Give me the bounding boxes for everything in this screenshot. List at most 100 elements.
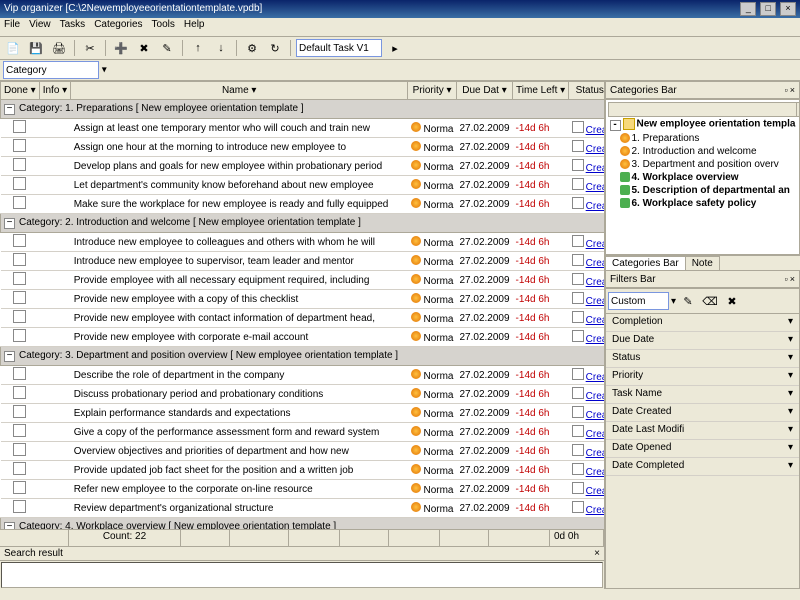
task-row[interactable]: Provide updated job fact sheet for the p… xyxy=(1,461,605,480)
menu-tasks[interactable]: Tasks xyxy=(60,19,86,30)
status-cell[interactable]: Create xyxy=(569,233,604,252)
done-checkbox[interactable] xyxy=(13,500,26,513)
done-checkbox[interactable] xyxy=(13,139,26,152)
done-checkbox[interactable] xyxy=(13,272,26,285)
task-row[interactable]: Introduce new employee to supervisor, te… xyxy=(1,252,605,271)
tree-item[interactable]: 4. Workplace overview11 xyxy=(609,171,800,184)
save-icon[interactable]: 💾 xyxy=(26,38,46,58)
status-cell[interactable]: Create xyxy=(569,366,604,385)
done-checkbox[interactable] xyxy=(13,310,26,323)
refresh-icon[interactable]: ↻ xyxy=(265,38,285,58)
status-cell[interactable]: Create xyxy=(569,176,604,195)
panel-pin-icon[interactable]: ▫ xyxy=(785,274,788,284)
task-row[interactable]: Provide new employee with corporate e-ma… xyxy=(1,328,605,347)
task-grid[interactable]: Done ▾Info ▾Name ▾Priority ▾Due Dat ▾Tim… xyxy=(0,81,604,529)
status-cell[interactable]: Create xyxy=(569,328,604,347)
filter-item[interactable]: Date Last Modifi▾ xyxy=(606,422,799,440)
task-row[interactable]: Let department's community know beforeha… xyxy=(1,176,605,195)
task-row[interactable]: Develop plans and goals for new employee… xyxy=(1,157,605,176)
status-cell[interactable]: Create xyxy=(569,499,604,518)
category-tree[interactable]: U...Total-New employee orientation templ… xyxy=(605,99,800,255)
tree-item[interactable]: -New employee orientation templa2222 xyxy=(609,117,800,132)
tree-item[interactable]: 6. Workplace safety policy11 xyxy=(609,197,800,210)
done-checkbox[interactable] xyxy=(13,367,26,380)
menu-categories[interactable]: Categories xyxy=(94,19,142,30)
panel-close-icon[interactable]: × xyxy=(790,274,795,284)
done-checkbox[interactable] xyxy=(13,481,26,494)
done-checkbox[interactable] xyxy=(13,253,26,266)
status-cell[interactable]: Create xyxy=(569,442,604,461)
task-row[interactable]: Describe the role of department in the c… xyxy=(1,366,605,385)
done-checkbox[interactable] xyxy=(13,405,26,418)
done-checkbox[interactable] xyxy=(13,158,26,171)
task-row[interactable]: Introduce new employee to colleagues and… xyxy=(1,233,605,252)
status-cell[interactable]: Create xyxy=(569,119,604,138)
filter-list[interactable]: Completion▾Due Date▾Status▾Priority▾Task… xyxy=(606,314,799,588)
category-dropdown[interactable] xyxy=(3,61,99,79)
done-checkbox[interactable] xyxy=(13,462,26,475)
col-header[interactable]: Due Dat ▾ xyxy=(456,82,512,100)
delete-icon[interactable]: ✖ xyxy=(134,38,154,58)
menu-view[interactable]: View xyxy=(29,19,51,30)
done-checkbox[interactable] xyxy=(13,443,26,456)
group-row[interactable]: −Category: 2. Introduction and welcome [… xyxy=(1,214,605,233)
status-cell[interactable]: Create xyxy=(569,309,604,328)
status-cell[interactable]: Create xyxy=(569,385,604,404)
done-checkbox[interactable] xyxy=(13,196,26,209)
edit-icon[interactable]: ✎ xyxy=(157,38,177,58)
filter-item[interactable]: Completion▾ xyxy=(606,314,799,332)
done-checkbox[interactable] xyxy=(13,120,26,133)
status-cell[interactable]: Create xyxy=(569,404,604,423)
close-button[interactable]: × xyxy=(780,2,796,16)
col-header[interactable]: Done ▾ xyxy=(1,82,40,100)
filter-item[interactable]: Priority▾ xyxy=(606,368,799,386)
filter-icon[interactable]: ⚙ xyxy=(242,38,262,58)
tree-col[interactable] xyxy=(609,103,797,117)
task-row[interactable]: Discuss probationary period and probatio… xyxy=(1,385,605,404)
col-header[interactable]: Status ▾ xyxy=(569,82,604,100)
tree-item[interactable]: 5. Description of departmental an11 xyxy=(609,184,800,197)
status-cell[interactable]: Create xyxy=(569,138,604,157)
task-row[interactable]: Provide new employee with contact inform… xyxy=(1,309,605,328)
done-checkbox[interactable] xyxy=(13,386,26,399)
status-cell[interactable]: Create xyxy=(569,290,604,309)
tree-col[interactable]: U... xyxy=(796,103,800,117)
task-row[interactable]: Assign at least one temporary mentor who… xyxy=(1,119,605,138)
done-checkbox[interactable] xyxy=(13,329,26,342)
filter-delete-icon[interactable]: ✖ xyxy=(722,291,742,311)
col-header[interactable]: Time Left ▾ xyxy=(513,82,569,100)
panel-close-icon[interactable]: × xyxy=(790,85,795,95)
status-cell[interactable]: Create xyxy=(569,271,604,290)
task-row[interactable]: Give a copy of the performance assessmen… xyxy=(1,423,605,442)
up-icon[interactable]: ↑ xyxy=(188,38,208,58)
filter-item[interactable]: Date Completed▾ xyxy=(606,458,799,476)
task-row[interactable]: Make sure the workplace for new employee… xyxy=(1,195,605,214)
down-icon[interactable]: ↓ xyxy=(211,38,231,58)
group-row[interactable]: −Category: 3. Department and position ov… xyxy=(1,347,605,366)
done-checkbox[interactable] xyxy=(13,291,26,304)
add-icon[interactable]: ➕ xyxy=(111,38,131,58)
filter-item[interactable]: Due Date▾ xyxy=(606,332,799,350)
filter-item[interactable]: Date Opened▾ xyxy=(606,440,799,458)
status-cell[interactable]: Create xyxy=(569,461,604,480)
tab-note[interactable]: Note xyxy=(685,256,720,270)
task-row[interactable]: Review department's organizational struc… xyxy=(1,499,605,518)
status-cell[interactable]: Create xyxy=(569,252,604,271)
group-row[interactable]: −Category: 4. Workplace overview [ New e… xyxy=(1,518,605,530)
filter-item[interactable]: Task Name▾ xyxy=(606,386,799,404)
task-row[interactable]: Provide employee with all necessary equi… xyxy=(1,271,605,290)
maximize-button[interactable]: □ xyxy=(760,2,776,16)
task-row[interactable]: Overview objectives and priorities of de… xyxy=(1,442,605,461)
filter-edit-icon[interactable]: ✎ xyxy=(678,291,698,311)
minimize-button[interactable]: _ xyxy=(740,2,756,16)
col-header[interactable]: Info ▾ xyxy=(39,82,70,100)
task-row[interactable]: Explain performance standards and expect… xyxy=(1,404,605,423)
menu-help[interactable]: Help xyxy=(184,19,205,30)
tree-item[interactable]: 2. Introduction and welcome66 xyxy=(609,145,800,158)
filter-custom-field[interactable] xyxy=(608,292,669,310)
search-close-icon[interactable]: × xyxy=(594,548,600,559)
menu-file[interactable]: File xyxy=(4,19,20,30)
new-icon[interactable]: 📄 xyxy=(3,38,23,58)
group-row[interactable]: −Category: 1. Preparations [ New employe… xyxy=(1,100,605,119)
done-checkbox[interactable] xyxy=(13,177,26,190)
